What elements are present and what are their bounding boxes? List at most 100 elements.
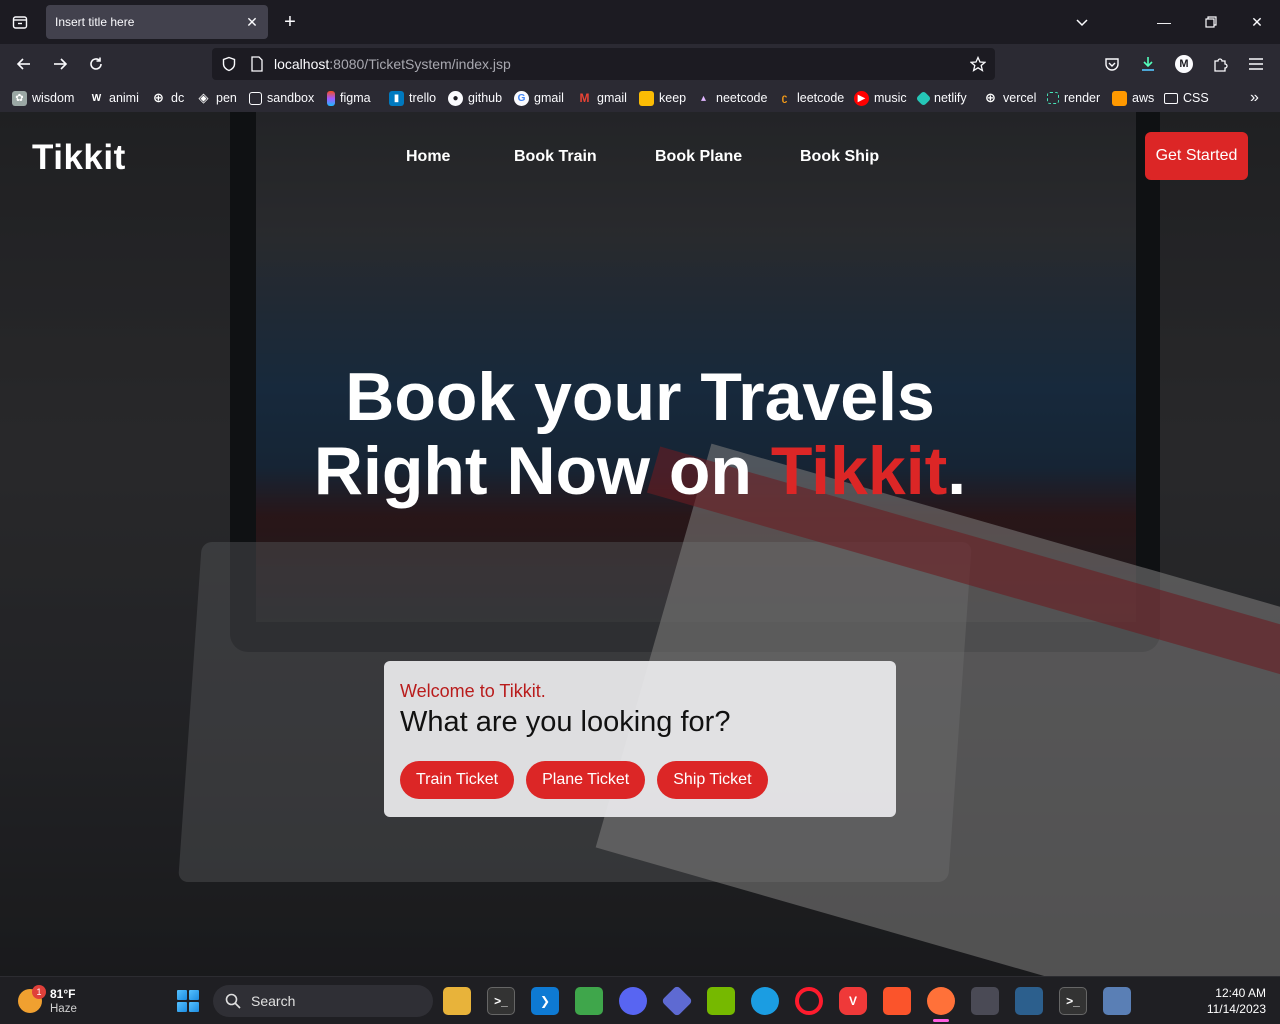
cmd-icon[interactable]: >_	[1059, 987, 1087, 1015]
web-page: Tikkit Home Book Train Book Plane Book S…	[0, 112, 1280, 976]
site-logo[interactable]: Tikkit	[32, 138, 126, 178]
youtube-music-icon: ▶	[854, 90, 869, 106]
nav-home[interactable]: Home	[406, 148, 450, 166]
linear-icon[interactable]	[661, 985, 693, 1017]
bookmark-render[interactable]: render	[1047, 90, 1100, 106]
tab-overflow-chevron-icon[interactable]	[1068, 8, 1096, 36]
neetcode-icon: ▴	[700, 92, 707, 104]
bookmark-leetcode[interactable]: ʗ leetcode	[777, 90, 845, 106]
file-explorer-icon[interactable]	[443, 987, 471, 1015]
menu-hamburger-icon[interactable]	[1242, 50, 1270, 78]
nav-book-train[interactable]: Book Train	[514, 148, 597, 166]
bookmark-pen[interactable]: ◈ pen	[196, 90, 237, 106]
bookmark-gmail[interactable]: Mgmail	[577, 90, 627, 106]
start-windows-icon[interactable]	[174, 987, 202, 1015]
bookmark-animi[interactable]: Wanimi	[89, 90, 139, 106]
bookmark-label: aws	[1132, 91, 1155, 105]
terminal-icon[interactable]: >_	[487, 987, 515, 1015]
bookmark-gmail-google[interactable]: Ggmail	[514, 90, 564, 106]
bookmark-label: render	[1064, 91, 1101, 105]
green-app-icon[interactable]	[575, 987, 603, 1015]
bookmark-aws[interactable]: aws	[1112, 90, 1154, 106]
pocket-icon[interactable]	[1098, 50, 1126, 78]
editor-icon[interactable]	[1103, 987, 1131, 1015]
vscode-icon[interactable]: ❯	[531, 987, 559, 1015]
bookmark-label: gmail	[597, 91, 627, 105]
downloads-icon[interactable]	[1134, 50, 1162, 78]
weather-condition: Haze	[50, 1003, 77, 1015]
bookmark-label: sandbox	[267, 91, 315, 105]
netlify-icon	[915, 90, 932, 106]
new-tab-icon[interactable]: +	[278, 9, 302, 35]
bookmark-label: trello	[409, 91, 437, 105]
account-avatar-icon[interactable]: M	[1170, 50, 1198, 78]
minimize-icon[interactable]: —	[1150, 8, 1178, 36]
bookmark-neetcode[interactable]: ▴ neetcode	[696, 90, 767, 106]
clock-date: 11/14/2023	[1206, 1002, 1266, 1016]
get-started-button[interactable]: Get Started	[1145, 132, 1248, 180]
ship-ticket-button[interactable]: Ship Ticket	[657, 761, 768, 799]
url-bar[interactable]: localhost:8080/TicketSystem/index.jsp	[212, 48, 995, 80]
bookmark-dc[interactable]: ⊕ dc	[151, 90, 184, 106]
codepen-icon: ◈	[198, 90, 209, 105]
bookmark-wisdom[interactable]: ✿ wisdom	[12, 90, 74, 106]
extensions-icon[interactable]	[1206, 50, 1234, 78]
taskbar-search[interactable]: Search	[213, 985, 433, 1017]
app-store-icon[interactable]	[971, 987, 999, 1015]
bookmark-label: pen	[216, 91, 237, 105]
train-ticket-button[interactable]: Train Ticket	[400, 761, 515, 799]
weather-widget[interactable]: 1 81°F Haze	[14, 985, 84, 1017]
firefox-icon[interactable]	[927, 987, 955, 1015]
tab-list-icon[interactable]	[0, 0, 40, 44]
brave-icon[interactable]	[883, 987, 911, 1015]
bookmark-trello[interactable]: ▮ trello	[389, 90, 436, 106]
hero-period: .	[947, 433, 967, 509]
google-icon: G	[514, 90, 529, 106]
system-clock[interactable]: 12:40 AM 11/14/2023	[1186, 985, 1266, 1017]
close-window-icon[interactable]: ✕	[1243, 8, 1271, 36]
ticket-button-row: Train Ticket Plane Ticket Ship Ticket	[400, 761, 768, 799]
github-icon: ●	[448, 90, 463, 106]
globe-icon: ⊕	[153, 90, 164, 105]
browser-tab[interactable]: Insert title here ✕	[46, 5, 268, 39]
bookmark-figma[interactable]: figma	[327, 90, 371, 106]
url-text[interactable]: localhost:8080/TicketSystem/index.jsp	[274, 56, 511, 72]
hero-line-1: Book your Travels	[345, 359, 935, 435]
bookmark-star-icon[interactable]	[969, 55, 987, 73]
page-icon[interactable]	[248, 55, 266, 73]
reload-icon[interactable]	[82, 50, 110, 78]
leetcode-icon: ʗ	[781, 92, 788, 104]
shield-icon[interactable]	[220, 55, 238, 73]
bookmark-vercel[interactable]: ⊕ vercel	[983, 90, 1036, 106]
windows-taskbar: 1 81°F Haze Search >_ ❯ V >_ 12:40 AM 11…	[0, 976, 1280, 1024]
close-tab-icon[interactable]: ✕	[244, 14, 260, 31]
render-icon	[1047, 92, 1059, 104]
bookmark-keep[interactable]: keep	[639, 90, 686, 106]
forward-icon[interactable]	[46, 50, 74, 78]
vivaldi-icon[interactable]: V	[839, 987, 867, 1015]
bookmark-label: figma	[340, 91, 371, 105]
bookmark-music[interactable]: ▶ music	[854, 90, 907, 106]
nav-book-plane[interactable]: Book Plane	[655, 148, 742, 166]
bookmarks-overflow-chevron-icon[interactable]: »	[1250, 89, 1259, 106]
restore-icon[interactable]	[1197, 8, 1225, 36]
opera-icon[interactable]	[795, 987, 823, 1015]
search-placeholder: Search	[251, 993, 296, 1009]
search-icon	[225, 993, 241, 1009]
nav-book-ship[interactable]: Book Ship	[800, 148, 879, 166]
bookmark-label: CSS	[1183, 91, 1209, 105]
edge-icon[interactable]	[751, 987, 779, 1015]
discord-icon[interactable]	[619, 987, 647, 1015]
back-icon[interactable]	[10, 50, 38, 78]
browser-nav-bar: localhost:8080/TicketSystem/index.jsp M	[0, 44, 1280, 84]
bookmark-github[interactable]: ● github	[448, 90, 502, 106]
bookmark-sandbox[interactable]: sandbox	[249, 90, 314, 106]
bookmark-folder-css[interactable]: CSS	[1164, 90, 1209, 106]
bookmark-netlify[interactable]: netlify	[915, 90, 967, 106]
plane-ticket-button[interactable]: Plane Ticket	[526, 761, 646, 799]
mysql-workbench-icon[interactable]	[1015, 987, 1043, 1015]
weather-temperature: 81°F	[50, 987, 76, 1001]
notification-badge: 1	[32, 985, 46, 999]
bookmark-label: dc	[171, 91, 185, 105]
nvidia-icon[interactable]	[707, 987, 735, 1015]
